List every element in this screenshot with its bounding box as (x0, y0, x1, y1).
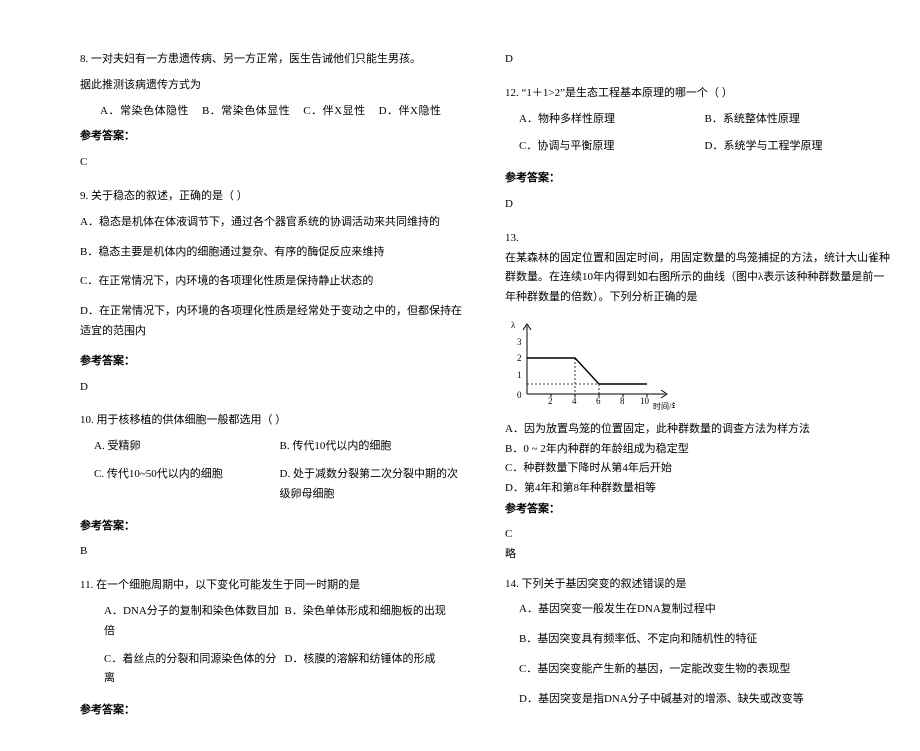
q10-answer: B (80, 542, 465, 562)
q9-optB: B．稳态主要是机体内的细胞通过复杂、有序的酶促反应来维持 (80, 243, 465, 263)
q10-stem: 用于核移植的供体细胞一般都选用（ ） (97, 414, 287, 426)
chart-xlabel: 时间/年 (653, 401, 675, 411)
q9-optA: A．稳态是机体在体液调节下，通过各个器官系统的协调活动来共同维持的 (80, 213, 465, 233)
q9-stem: 关于稳态的叙述，正确的是（ ） (91, 190, 248, 202)
q11-num: 11. (80, 579, 93, 591)
q13-answer-label: 参考答案： (505, 501, 890, 519)
q8-options: A．常染色体隐性 B．常染色体显性 C．伴X显性 D．伴X隐性 (80, 102, 465, 122)
q11-text: 11. 在一个细胞周期中，以下变化可能发生于同一时期的是 (80, 576, 465, 596)
q8-optA: A．常染色体隐性 (100, 105, 189, 117)
q13-note: 略 (505, 545, 890, 565)
question-12: 12. “1＋1>2”是生态工程基本原理的哪一个（ ） A．物种多样性原理 B．… (505, 84, 890, 215)
q13-chart: λ 3 2 1 0 2 4 6 8 10 时间/年 (505, 316, 890, 411)
q10-optA: A. 受精卵 (94, 437, 280, 457)
right-column: D 12. “1＋1>2”是生态工程基本原理的哪一个（ ） A．物种多样性原理 … (505, 50, 890, 731)
q8-answer-label: 参考答案： (80, 127, 465, 147)
svg-text:8: 8 (620, 396, 625, 406)
q11-optB: B．染色单体形成和细胞板的出现 (285, 602, 466, 642)
q11-answer: D (505, 50, 890, 70)
q10-optC: C. 传代10~50代以内的细胞 (94, 465, 280, 505)
q12-optB: B．系统整体性原理 (705, 110, 891, 130)
q13-optB: B．0 ~ 2年内种群的年龄组成为稳定型 (505, 441, 890, 459)
svg-text:0: 0 (517, 390, 522, 400)
left-column: 8. 一对夫妇有一方患遗传病、另一方正常，医生告诫他们只能生男孩。 据此推测该病… (80, 50, 465, 731)
q13-text: 在某森林的固定位置和固定时间，用固定数量的鸟笼捕捉的方法，统计大山雀种群数量。在… (505, 249, 890, 308)
q12-answer-label: 参考答案： (505, 169, 890, 189)
question-10: 10. 用于核移植的供体细胞一般都选用（ ） A. 受精卵 B. 传代10代以内… (80, 411, 465, 562)
question-13: 13. 在某森林的固定位置和固定时间，用固定数量的鸟笼捕捉的方法，统计大山雀种群… (505, 229, 890, 565)
q14-optD: D．基因突变是指DNA分子中碱基对的增添、缺失或改变等 (505, 690, 890, 710)
question-8: 8. 一对夫妇有一方患遗传病、另一方正常，医生告诫他们只能生男孩。 据此推测该病… (80, 50, 465, 173)
q13-answer: C (505, 525, 890, 545)
q8-optC: C．伴X显性 (303, 105, 365, 117)
q8-text1: 一对夫妇有一方患遗传病、另一方正常，医生告诫他们只能生男孩。 (91, 53, 421, 65)
q14-stem: 下列关于基因突变的叙述错误的是 (522, 578, 687, 590)
q14-num: 14. (505, 578, 519, 590)
q10-num: 10. (80, 414, 94, 426)
q10-answer-label: 参考答案： (80, 517, 465, 537)
q12-optD: D．系统学与工程学原理 (705, 137, 891, 157)
q13-optD: D．第4年和第8年种群数量相等 (505, 480, 890, 498)
question-9: 9. 关于稳态的叙述，正确的是（ ） A．稳态是机体在体液调节下，通过各个器官系… (80, 187, 465, 397)
q12-stem: “1＋1>2”是生态工程基本原理的哪一个（ ） (522, 87, 733, 99)
lambda-chart-icon: λ 3 2 1 0 2 4 6 8 10 时间/年 (505, 316, 675, 411)
exam-page: 8. 一对夫妇有一方患遗传病、另一方正常，医生告诫他们只能生男孩。 据此推测该病… (0, 0, 920, 751)
question-14: 14. 下列关于基因突变的叙述错误的是 A．基因突变一般发生在DNA复制过程中 … (505, 575, 890, 710)
q9-text: 9. 关于稳态的叙述，正确的是（ ） (80, 187, 465, 207)
q8-num: 8. (80, 53, 88, 65)
q11-answer-label: 参考答案： (80, 701, 465, 721)
q13-num: 13. (505, 229, 890, 249)
q12-text: 12. “1＋1>2”是生态工程基本原理的哪一个（ ） (505, 84, 890, 104)
svg-text:10: 10 (640, 396, 650, 406)
q13-optA: A．因为放置鸟笼的位置固定，此种群数量的调查方法为样方法 (505, 421, 890, 439)
q8-optD: D．伴X隐性 (379, 105, 442, 117)
q8-answer: C (80, 153, 465, 173)
q14-optB: B．基因突变具有频率低、不定向和随机性的特征 (505, 630, 890, 650)
q9-optC: C．在正常情况下，内环境的各项理化性质是保持静止状态的 (80, 272, 465, 292)
q11-options: A．DNA分子的复制和染色体数目加倍 B．染色单体形成和细胞板的出现 C．着丝点… (80, 602, 465, 697)
q9-num: 9. (80, 190, 88, 202)
q8-line2: 据此推测该病遗传方式为 (80, 76, 465, 96)
q12-options: A．物种多样性原理 B．系统整体性原理 C．协调与平衡原理 D．系统学与工程学原… (505, 110, 890, 166)
q11-optA: A．DNA分子的复制和染色体数目加倍 (104, 602, 285, 642)
q12-answer: D (505, 195, 890, 215)
q10-optB: B. 传代10代以内的细胞 (280, 437, 466, 457)
q9-answer-label: 参考答案： (80, 352, 465, 372)
question-11: 11. 在一个细胞周期中，以下变化可能发生于同一时期的是 A．DNA分子的复制和… (80, 576, 465, 721)
svg-text:4: 4 (572, 396, 577, 406)
q11-optC: C．着丝点的分裂和同源染色体的分离 (104, 650, 285, 690)
q14-optA: A．基因突变一般发生在DNA复制过程中 (505, 600, 890, 620)
q14-optC: C．基因突变能产生新的基因，一定能改变生物的表现型 (505, 660, 890, 680)
q12-optC: C．协调与平衡原理 (519, 137, 705, 157)
q11-stem: 在一个细胞周期中，以下变化可能发生于同一时期的是 (96, 579, 360, 591)
q10-options: A. 受精卵 B. 传代10代以内的细胞 C. 传代10~50代以内的细胞 D.… (80, 437, 465, 512)
q8-optB: B．常染色体显性 (202, 105, 290, 117)
svg-text:2: 2 (548, 396, 553, 406)
svg-text:2: 2 (517, 353, 522, 363)
svg-text:1: 1 (517, 370, 522, 380)
q11-optD: D．核膜的溶解和纺锤体的形成 (285, 650, 466, 690)
q10-text: 10. 用于核移植的供体细胞一般都选用（ ） (80, 411, 465, 431)
q9-answer: D (80, 378, 465, 398)
q8-line1: 8. 一对夫妇有一方患遗传病、另一方正常，医生告诫他们只能生男孩。 (80, 50, 465, 70)
q13-options: A．因为放置鸟笼的位置固定，此种群数量的调查方法为样方法 B．0 ~ 2年内种群… (505, 421, 890, 519)
q10-optD: D. 处于减数分裂第二次分裂中期的次级卵母细胞 (280, 465, 466, 505)
svg-text:3: 3 (517, 337, 522, 347)
q14-text: 14. 下列关于基因突变的叙述错误的是 (505, 575, 890, 595)
q12-num: 12. (505, 87, 519, 99)
svg-text:6: 6 (596, 396, 601, 406)
q13-optC: C．种群数量下降时从第4年后开始 (505, 460, 890, 478)
q12-optA: A．物种多样性原理 (519, 110, 705, 130)
q9-optD: D．在正常情况下，内环境的各项理化性质是经常处于变动之中的，但都保持在适宜的范围… (80, 302, 465, 342)
svg-text:λ: λ (511, 320, 516, 330)
